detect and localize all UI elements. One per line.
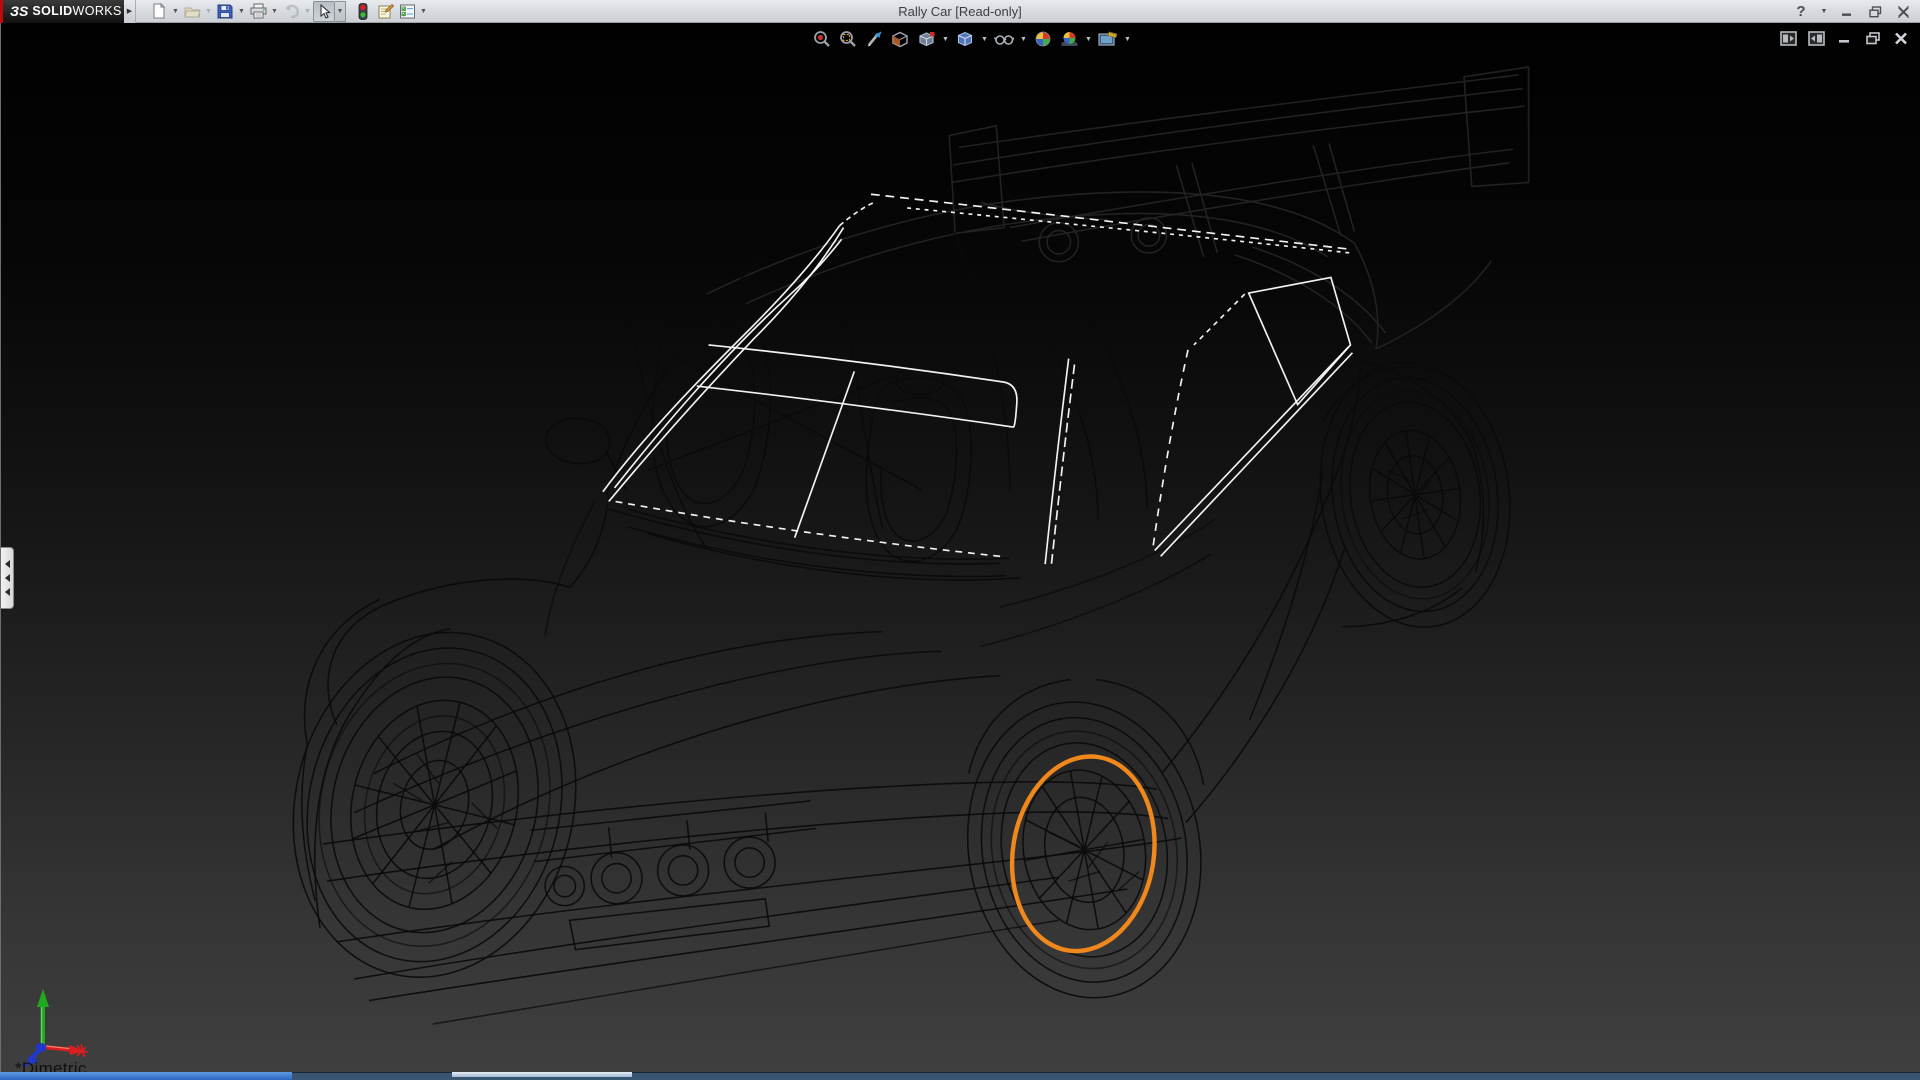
solidworks-window: ЗS SOLIDWORKS ▶ ▼ ▼: [0, 0, 1920, 1080]
select-dropdown[interactable]: ▼: [335, 1, 346, 22]
solidworks-logo-mark: ЗS: [10, 3, 28, 19]
reference-triad: [9, 981, 99, 1071]
open-document-dropdown[interactable]: ▼: [203, 1, 214, 22]
hide-show-items-dropdown[interactable]: ▼: [1019, 36, 1028, 43]
open-document-icon[interactable]: [181, 1, 203, 22]
triad-y-axis: [37, 989, 49, 1047]
undo-icon[interactable]: [280, 1, 302, 22]
new-document-icon[interactable]: [148, 1, 170, 22]
restore-document-button[interactable]: [1863, 30, 1882, 46]
display-style-icon[interactable]: [954, 28, 976, 50]
minimize-document-button[interactable]: [1835, 30, 1854, 46]
select-cursor-icon[interactable]: [313, 1, 335, 22]
restore-button[interactable]: [1866, 3, 1884, 21]
solidworks-logo: ЗS SOLIDWORKS: [0, 0, 124, 23]
view-orientation-label: *Dimetric: [15, 1059, 87, 1072]
headsup-view-toolbar: ▼ ▼ ▼: [811, 28, 1132, 50]
minimize-button[interactable]: [1838, 3, 1856, 21]
section-view-icon[interactable]: [889, 28, 911, 50]
featuremanager-collapse-tab[interactable]: [1, 547, 14, 609]
help-dropdown[interactable]: ▼: [1820, 3, 1828, 21]
titlebar: ЗS SOLIDWORKS ▶ ▼ ▼: [0, 0, 1920, 23]
save-icon[interactable]: [214, 1, 236, 22]
logo-text-works: WORKS: [73, 4, 122, 18]
options-checklist-icon[interactable]: [396, 1, 418, 22]
help-icon[interactable]: ?: [1792, 3, 1810, 21]
zoom-to-fit-icon[interactable]: [811, 28, 833, 50]
hide-show-items-icon[interactable]: [993, 28, 1015, 50]
logo-text-solid: SOLID: [32, 4, 72, 18]
file-properties-icon[interactable]: [374, 1, 396, 22]
selected-edges-highlight: [603, 194, 1353, 568]
close-document-button[interactable]: [1891, 30, 1910, 46]
view-orientation-icon[interactable]: [915, 28, 937, 50]
collapse-arrow-icon: [5, 560, 10, 568]
menu-expand-arrow[interactable]: ▶: [124, 0, 136, 23]
options-dropdown[interactable]: ▼: [418, 1, 429, 22]
save-dropdown[interactable]: ▼: [236, 1, 247, 22]
logo-accent-strip: [0, 0, 3, 23]
document-window-controls: [1779, 30, 1910, 46]
taskbar-light-segment: [452, 1072, 632, 1077]
tile-right-pane-icon[interactable]: [1807, 30, 1826, 46]
previous-view-icon[interactable]: [863, 28, 885, 50]
taskbar-edge: [0, 1072, 1920, 1080]
rally-car-wireframe: [1, 23, 1920, 1072]
new-document-dropdown[interactable]: ▼: [170, 1, 181, 22]
view-settings-icon[interactable]: [1097, 28, 1119, 50]
apply-scene-icon[interactable]: [1058, 28, 1080, 50]
triad-x-axis: [43, 1044, 88, 1057]
collapse-arrow-icon: [5, 574, 10, 582]
taskbar-accent-segment: [0, 1072, 292, 1080]
view-orientation-dropdown[interactable]: ▼: [941, 36, 950, 43]
view-settings-dropdown[interactable]: ▼: [1123, 36, 1132, 43]
close-button[interactable]: [1894, 3, 1912, 21]
rebuild-traffic-light-icon[interactable]: [352, 1, 374, 22]
undo-dropdown[interactable]: ▼: [302, 1, 313, 22]
tile-left-pane-icon[interactable]: [1779, 30, 1798, 46]
print-dropdown[interactable]: ▼: [269, 1, 280, 22]
apply-scene-dropdown[interactable]: ▼: [1084, 36, 1093, 43]
graphics-viewport[interactable]: ▼ ▼ ▼: [0, 23, 1920, 1072]
zoom-to-area-icon[interactable]: [837, 28, 859, 50]
display-style-dropdown[interactable]: ▼: [980, 36, 989, 43]
print-icon[interactable]: [247, 1, 269, 22]
collapse-arrow-icon: [5, 588, 10, 596]
edit-appearance-icon[interactable]: [1032, 28, 1054, 50]
